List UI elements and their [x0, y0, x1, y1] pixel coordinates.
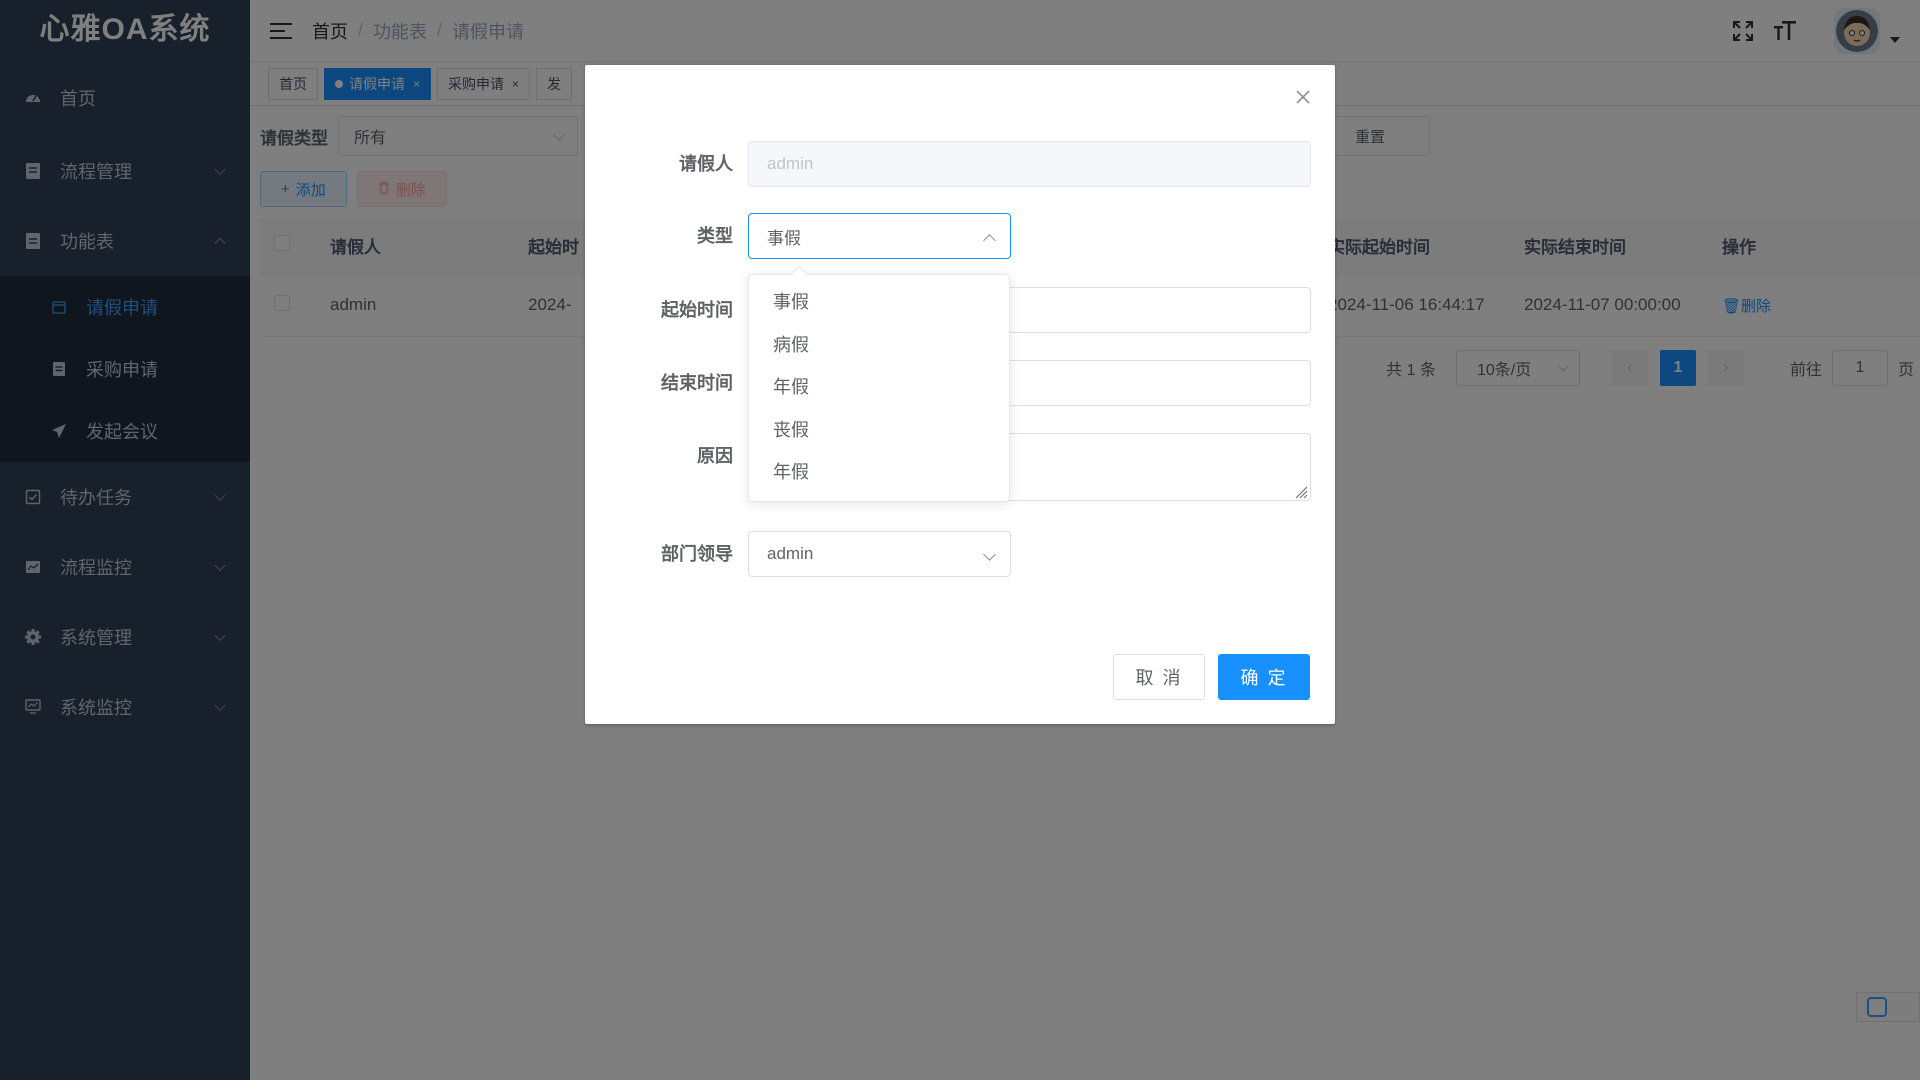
cancel-button[interactable]: 取 消: [1113, 654, 1205, 700]
form-row-applicant: 请假人 admin: [585, 141, 1335, 187]
applicant-placeholder: admin: [767, 154, 814, 173]
leader-select[interactable]: admin: [748, 531, 1011, 577]
form-label: 请假人: [679, 154, 733, 174]
type-value: 事假: [767, 228, 801, 248]
dropdown-option[interactable]: 年假: [749, 451, 1009, 494]
type-dropdown: 事假 病假 年假 丧假 年假: [748, 265, 1010, 502]
form-row-type: 类型 事假: [585, 213, 1335, 259]
chevron-up-icon: [983, 234, 996, 247]
cancel-label: 取 消: [1135, 668, 1183, 688]
form-label: 类型: [697, 226, 733, 246]
type-select[interactable]: 事假: [748, 213, 1011, 259]
form-label: 原因: [697, 446, 733, 466]
confirm-button[interactable]: 确 定: [1218, 654, 1310, 700]
chevron-down-icon: [983, 548, 996, 561]
form-label: 结束时间: [661, 373, 733, 393]
applicant-input: admin: [748, 141, 1311, 187]
leader-value: admin: [767, 544, 814, 563]
dropdown-option[interactable]: 事假: [749, 281, 1009, 324]
dropdown-option[interactable]: 丧假: [749, 409, 1009, 452]
close-icon[interactable]: [1293, 87, 1313, 107]
resize-handle-icon[interactable]: [1294, 484, 1308, 499]
form-label: 起始时间: [661, 300, 733, 320]
dropdown-option[interactable]: 病假: [749, 324, 1009, 367]
dropdown-option[interactable]: 年假: [749, 366, 1009, 409]
form-label: 部门领导: [661, 544, 733, 564]
confirm-label: 确 定: [1240, 668, 1288, 688]
form-row-leader: 部门领导 admin: [585, 531, 1335, 577]
